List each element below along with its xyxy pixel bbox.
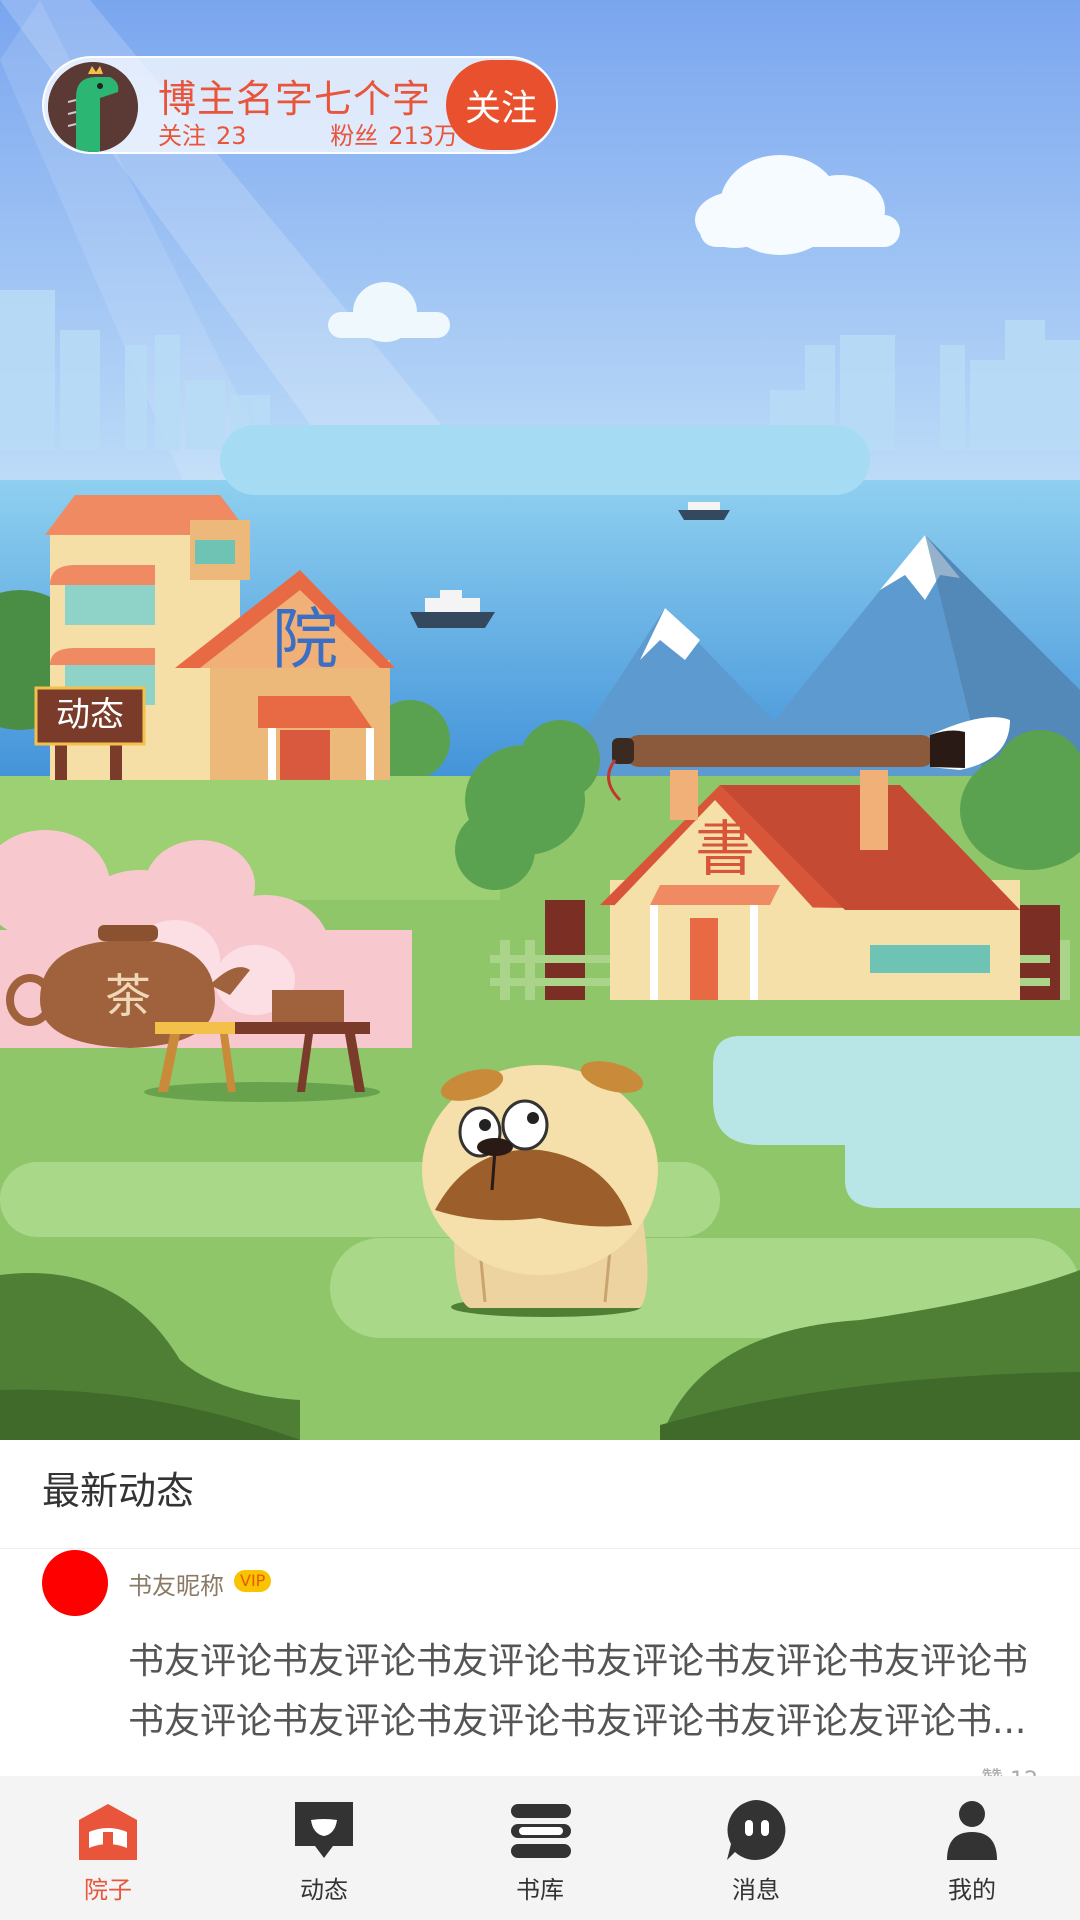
- comment-text[interactable]: 书友评论书友评论书友评论书友评论书友评论书友评论书 书友评论书友评论书友评论书友…: [128, 1632, 1028, 1752]
- book-glyph: 書: [695, 815, 755, 885]
- bookshelf-icon: [505, 1798, 575, 1864]
- sign-label: 动态: [56, 695, 124, 735]
- user-icon: [937, 1798, 1007, 1864]
- tab-label: 院子: [84, 1876, 132, 1904]
- blogger-profile-card: 博主名字七个字 关注 23 粉丝 213万 关注: [42, 56, 558, 154]
- bottom-tab-bar: 院子 动态 书库 消息 我的: [0, 1776, 1080, 1920]
- tab-dynamics[interactable]: 动态: [216, 1776, 432, 1920]
- tab-label: 书库: [516, 1876, 564, 1904]
- message-icon: [721, 1798, 791, 1864]
- tea-glyph: 茶: [105, 969, 151, 1023]
- user-avatar[interactable]: [42, 1550, 108, 1616]
- user-name[interactable]: 书友昵称: [128, 1566, 224, 1601]
- blogger-avatar[interactable]: [48, 62, 138, 152]
- section-title: 最新动态: [42, 1469, 195, 1513]
- comment-line: 书友评论书友评论书友评论书友评论书友评论友评论书...: [128, 1701, 1027, 1742]
- academy-glyph: 院: [272, 601, 338, 678]
- following-label: 关注: [158, 122, 206, 150]
- chat-bubble-icon: [289, 1798, 359, 1864]
- courtyard-icon: [73, 1798, 143, 1864]
- tab-library[interactable]: 书库: [432, 1776, 648, 1920]
- tab-courtyard[interactable]: 院子: [0, 1776, 216, 1920]
- tab-messages[interactable]: 消息: [648, 1776, 864, 1920]
- blogger-name: 博主名字七个字: [158, 77, 432, 121]
- tab-label: 我的: [948, 1876, 996, 1904]
- follow-button[interactable]: 关注: [446, 60, 556, 150]
- comment-line: 书友评论书友评论书友评论书友评论书友评论书友评论书: [128, 1641, 1028, 1682]
- fans-label: 粉丝: [330, 122, 379, 150]
- tab-mine[interactable]: 我的: [864, 1776, 1080, 1920]
- divider: [0, 1548, 1080, 1549]
- following-count: 23: [216, 122, 247, 150]
- vip-badge: VIP: [234, 1570, 272, 1592]
- following-stat[interactable]: 关注 23: [158, 122, 285, 150]
- tab-label: 动态: [300, 1876, 348, 1904]
- fans-count: 213万: [388, 122, 458, 150]
- courtyard-scene: 院 动态 書 茶: [0, 0, 1080, 1440]
- tab-label: 消息: [732, 1876, 780, 1904]
